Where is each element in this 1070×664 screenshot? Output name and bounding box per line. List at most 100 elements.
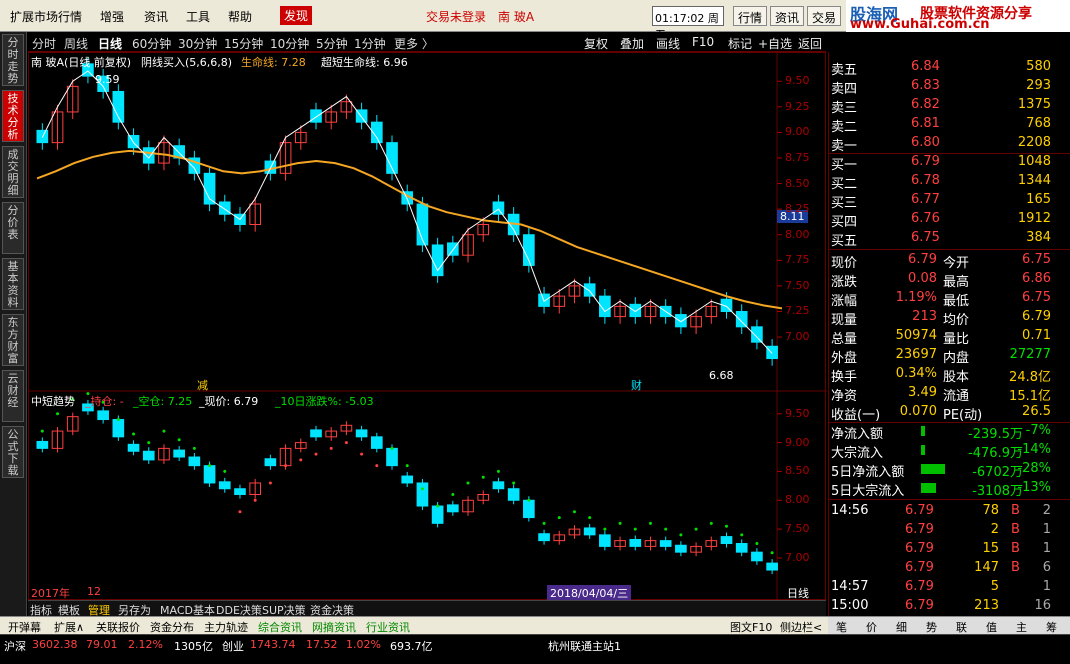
industry-news-button[interactable]: 行业资讯: [366, 619, 410, 635]
menu-help[interactable]: 帮助: [228, 8, 252, 25]
period-weekly[interactable]: 周线: [64, 35, 88, 52]
back-button[interactable]: 返回: [798, 35, 822, 52]
clock: 01:17:02 周五: [652, 6, 724, 41]
flow-value: -239.5万: [968, 427, 1023, 442]
period-15m[interactable]: 15分钟: [224, 35, 263, 52]
stat-label-2: 最低: [943, 294, 970, 309]
event-marker-1[interactable]: 减: [197, 377, 208, 393]
period-1m[interactable]: 1分钟: [354, 35, 386, 52]
sub-candle-body: [431, 505, 444, 524]
tab-trades[interactable]: 成交明细: [2, 146, 24, 198]
trend-dot: [481, 475, 485, 479]
period-10m[interactable]: 10分钟: [270, 35, 309, 52]
tick-count: 16: [1034, 598, 1051, 613]
graphic-f10-button[interactable]: 图文F10: [730, 619, 772, 635]
expand-button[interactable]: 扩展∧: [54, 619, 84, 635]
event-marker-2[interactable]: 财: [631, 377, 642, 393]
candle-body: [142, 147, 155, 164]
qtab-value[interactable]: 值: [986, 619, 997, 635]
period-intraday[interactable]: 分时: [32, 35, 56, 52]
stat-row: 换手 0.34% 股本 24.8亿: [829, 365, 1070, 385]
server-name[interactable]: 杭州联通主站1: [548, 638, 621, 654]
composite-news-button[interactable]: 综合资讯: [258, 619, 302, 635]
qtab-trades[interactable]: 笔: [836, 619, 847, 635]
qtab-linked[interactable]: 联: [956, 619, 967, 635]
sub-candle-body: [720, 536, 733, 545]
stat-row: 现价 6.79 今开 6.75: [829, 251, 1070, 271]
trend-dot: [223, 469, 227, 473]
menu-info[interactable]: 资讯: [144, 8, 168, 25]
chart-canvas[interactable]: [29, 53, 827, 601]
sub-y-tick-label: 9.00: [785, 435, 810, 449]
tab-fundamentals[interactable]: 基本资料: [2, 258, 24, 310]
menu-enhance[interactable]: 增强: [100, 8, 124, 25]
trade-button[interactable]: 交易: [807, 6, 842, 26]
tick-count: 1: [1042, 541, 1051, 556]
trend-dot: [132, 432, 136, 436]
add-watchlist-button[interactable]: +自选: [758, 35, 792, 52]
trend-dot: [420, 487, 424, 491]
kline-chart[interactable]: 南 玻A(日线 前复权) 阴线买入(5,6,6,8) 生命线: 7.28 超短生…: [28, 52, 827, 601]
web-news-button[interactable]: 网摘资讯: [312, 619, 356, 635]
flow-row: 5日净流入额 -6702万 -28%: [829, 460, 1070, 480]
period-daily[interactable]: 日线: [98, 35, 122, 52]
flow-percent: -28%: [1017, 461, 1051, 476]
period-more[interactable]: 更多 〉: [394, 35, 434, 52]
draw-button[interactable]: 画线: [656, 35, 680, 52]
menu-tools[interactable]: 工具: [186, 8, 210, 25]
stat-label-2: 今开: [943, 256, 970, 271]
f10-button[interactable]: F10: [692, 35, 714, 49]
tab-eastmoney[interactable]: 东方财富: [2, 314, 24, 366]
trend-dot: [572, 510, 576, 514]
sub-candle-body: [234, 488, 246, 496]
tick-time: 14:56: [831, 503, 869, 518]
period-30m[interactable]: 30分钟: [178, 35, 217, 52]
adjust-button[interactable]: 复权: [584, 35, 608, 52]
tab-formula-download[interactable]: 公式下载: [2, 426, 24, 478]
mark-button[interactable]: 标记: [728, 35, 752, 52]
sell-price: 6.81: [911, 116, 940, 131]
y-tick-label: 7.50: [785, 278, 810, 292]
trend-dot: [648, 521, 652, 525]
login-status[interactable]: 交易未登录: [426, 8, 486, 25]
tick-count: 1: [1042, 579, 1051, 594]
tick-price: 6.79: [905, 503, 934, 518]
qtab-detail[interactable]: 细: [896, 619, 907, 635]
stat-label-2: 量比: [943, 332, 970, 347]
period-5m[interactable]: 5分钟: [316, 35, 348, 52]
stat-row: 涨幅 1.19% 最低 6.75: [829, 289, 1070, 309]
quote-button[interactable]: 行情: [733, 6, 768, 26]
stat-label: 净资: [831, 389, 858, 404]
period-60m[interactable]: 60分钟: [132, 35, 171, 52]
trend-dot: [512, 481, 516, 485]
tab-price-table[interactable]: 分价表: [2, 202, 24, 254]
related-quote-button[interactable]: 关联报价: [96, 619, 140, 635]
y-tick-label: 7.25: [785, 304, 810, 318]
overlay-button[interactable]: 叠加: [620, 35, 644, 52]
sell-row: 卖一 6.80 2208: [829, 134, 1070, 154]
tab-intraday[interactable]: 分时走势: [2, 34, 24, 86]
danmaku-button[interactable]: 开弹幕: [8, 619, 41, 635]
stat-label-2: PE(动): [943, 408, 983, 423]
qtab-price[interactable]: 价: [866, 619, 877, 635]
menu-extended-market[interactable]: 扩展市场行情: [10, 8, 82, 25]
qtab-chips[interactable]: 筹: [1046, 619, 1057, 635]
tick-price: 6.79: [905, 560, 934, 575]
sell-volume: 2208: [1017, 135, 1051, 150]
qtab-main[interactable]: 主: [1016, 619, 1027, 635]
menu-discover[interactable]: 发现: [280, 6, 313, 25]
fund-distribution-button[interactable]: 资金分布: [150, 619, 194, 635]
cy-change: 17.52: [306, 638, 338, 651]
stat-row: 净资 3.49 流通 15.1亿: [829, 384, 1070, 404]
main-track-button[interactable]: 主力轨迹: [204, 619, 248, 635]
trend-dot: [618, 521, 622, 525]
trend-dot: [770, 551, 774, 555]
tick-row: 6.79 147 B 6: [829, 559, 1070, 578]
qtab-trend[interactable]: 势: [926, 619, 937, 635]
tab-cloud-finance[interactable]: 云财经: [2, 370, 24, 422]
sidebar-toggle[interactable]: 侧边栏<: [780, 619, 822, 635]
tab-technical[interactable]: 技术分析: [2, 90, 24, 142]
stat-value-2: 6.75: [1022, 290, 1051, 305]
news-button[interactable]: 资讯: [770, 6, 805, 26]
tick-row: 14:57 6.79 5 1: [829, 578, 1070, 597]
